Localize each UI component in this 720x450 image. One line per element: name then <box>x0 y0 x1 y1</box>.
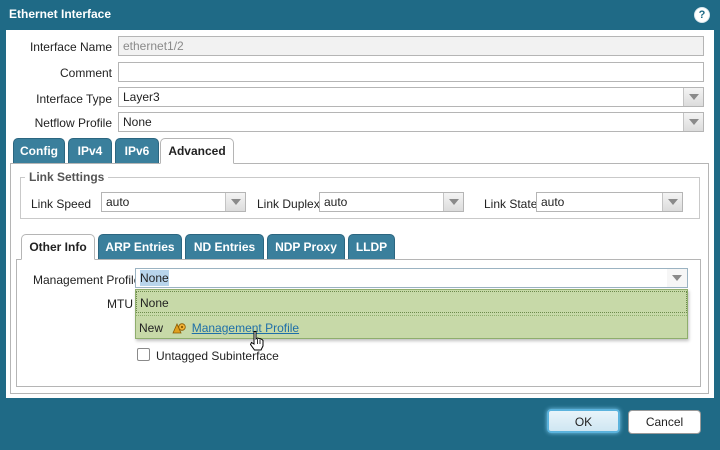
management-profile-link[interactable]: Management Profile <box>192 321 299 335</box>
management-profile-dropdown: None New Management Profile <box>135 289 688 339</box>
link-speed-value: auto <box>106 195 130 209</box>
link-settings-legend: Link Settings <box>25 170 109 184</box>
dropdown-option-none[interactable]: None <box>136 291 687 313</box>
chevron-down-icon[interactable] <box>225 193 245 211</box>
help-icon[interactable]: ? <box>694 7 710 23</box>
title-bar: Ethernet Interface ? <box>0 0 720 30</box>
tab-other-info[interactable]: Other Info <box>21 234 95 260</box>
tab-lldp[interactable]: LLDP <box>348 234 395 259</box>
management-profile-icon <box>172 323 187 334</box>
window-title: Ethernet Interface <box>9 7 112 21</box>
link-state-label: Link State <box>484 197 538 211</box>
mtu-label: MTU <box>107 297 133 311</box>
link-state-select[interactable]: auto <box>536 192 683 212</box>
netflow-profile-value: None <box>123 115 152 129</box>
tab-arp-entries[interactable]: ARP Entries <box>98 234 182 259</box>
comment-input[interactable] <box>118 62 704 82</box>
chevron-down-icon[interactable] <box>443 193 463 211</box>
link-state-value: auto <box>541 195 565 209</box>
tab-config[interactable]: Config <box>13 138 65 163</box>
interface-type-value: Layer3 <box>123 90 160 104</box>
tab-ipv6[interactable]: IPv6 <box>115 138 159 163</box>
management-profile-value: None <box>140 270 169 286</box>
chevron-down-icon[interactable] <box>667 269 687 287</box>
dropdown-separator <box>136 315 687 316</box>
interface-name-field: ethernet1/2 <box>118 36 704 56</box>
chevron-down-icon[interactable] <box>683 113 703 131</box>
chevron-down-icon[interactable] <box>662 193 682 211</box>
interface-name-label: Interface Name <box>29 40 112 54</box>
link-speed-label: Link Speed <box>31 197 92 211</box>
tab-nd-entries[interactable]: ND Entries <box>185 234 264 259</box>
management-profile-select[interactable]: None <box>135 268 688 288</box>
chevron-down-icon[interactable] <box>683 88 703 106</box>
cancel-button[interactable]: Cancel <box>628 410 701 434</box>
netflow-profile-select[interactable]: None <box>118 112 704 132</box>
link-speed-select[interactable]: auto <box>101 192 246 212</box>
interface-type-label: Interface Type <box>36 92 112 106</box>
link-duplex-select[interactable]: auto <box>319 192 464 212</box>
comment-label: Comment <box>59 66 112 80</box>
link-duplex-label: Link Duplex <box>257 197 320 211</box>
tab-advanced[interactable]: Advanced <box>160 138 234 164</box>
tab-ndp-proxy[interactable]: NDP Proxy <box>267 234 345 259</box>
netflow-profile-label: Netflow Profile <box>34 116 112 130</box>
link-duplex-value: auto <box>324 195 348 209</box>
new-label: New <box>139 321 164 335</box>
dropdown-new-item[interactable]: New Management Profile <box>136 317 687 339</box>
dialog-body: Interface Name ethernet1/2 Comment Inter… <box>6 30 714 398</box>
management-profile-label: Management Profile <box>33 273 141 287</box>
hand-cursor-icon <box>249 331 264 351</box>
ok-button[interactable]: OK <box>547 409 620 433</box>
interface-type-select[interactable]: Layer3 <box>118 87 704 107</box>
tab-ipv4[interactable]: IPv4 <box>68 138 112 163</box>
untagged-subinterface-checkbox[interactable] <box>137 348 150 361</box>
